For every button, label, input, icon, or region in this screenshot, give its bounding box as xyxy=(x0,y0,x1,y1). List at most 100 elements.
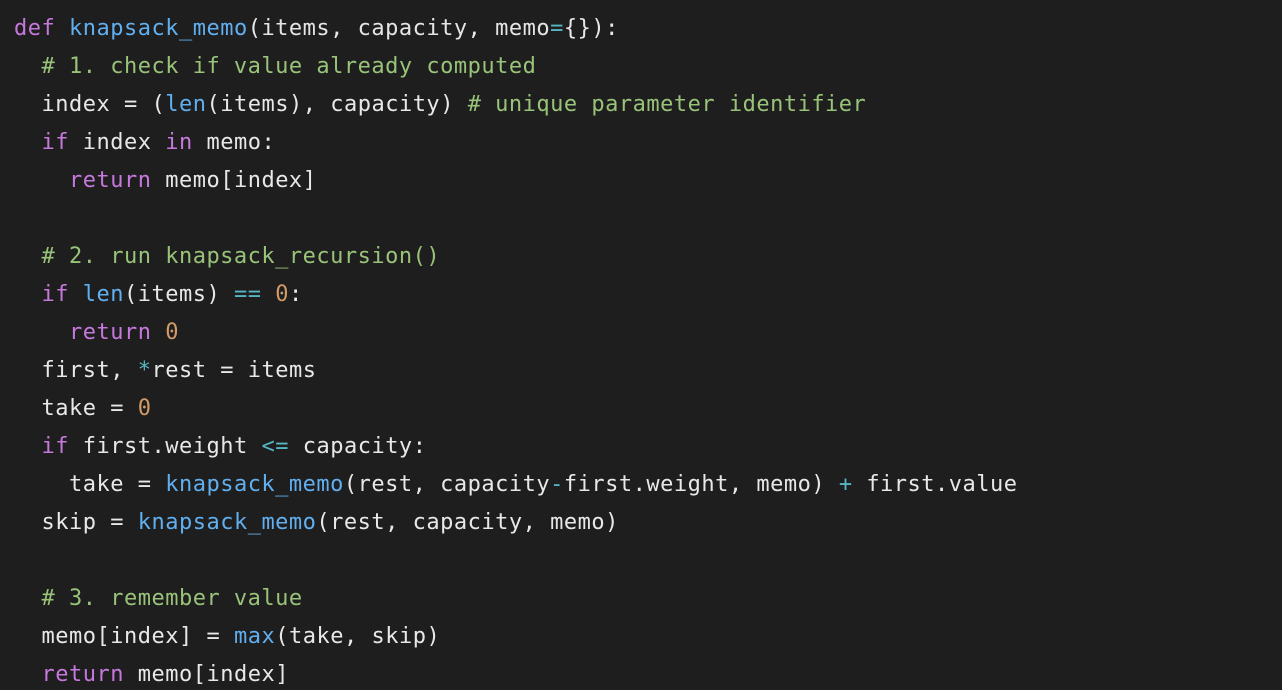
id-rest: rest xyxy=(358,472,413,497)
id-rest: rest xyxy=(151,358,206,383)
id-capacity: capacity xyxy=(330,92,440,117)
comma: , xyxy=(110,358,138,383)
id-memo: memo xyxy=(165,168,220,193)
paren-open: ( xyxy=(151,92,165,117)
id-rest: rest xyxy=(330,510,385,535)
assign: = xyxy=(124,472,165,497)
id-first: first xyxy=(564,472,633,497)
id-memo: memo xyxy=(756,472,811,497)
bracket-close: ] xyxy=(179,624,193,649)
dot: . xyxy=(935,472,949,497)
function-call: knapsack_memo xyxy=(165,472,344,497)
code-line: def knapsack_memo(items, capacity, memo=… xyxy=(14,16,619,41)
keyword-if: if xyxy=(42,130,70,155)
comma: , xyxy=(344,624,372,649)
id-capacity: capacity xyxy=(303,434,413,459)
comment-step2: # 2. run knapsack_recursion() xyxy=(42,244,441,269)
empty-dict: {} xyxy=(564,16,592,41)
keyword-def: def xyxy=(14,16,55,41)
id-take: take xyxy=(289,624,344,649)
assign: = xyxy=(96,510,137,535)
bracket-open: [ xyxy=(220,168,234,193)
comment-unique: # unique parameter identifier xyxy=(468,92,867,117)
keyword-return: return xyxy=(42,662,124,687)
paren-open: ( xyxy=(344,472,358,497)
bracket-close: ] xyxy=(275,662,289,687)
paren-close: ) xyxy=(426,624,440,649)
code-line: # 2. run knapsack_recursion() xyxy=(14,244,440,269)
minus: - xyxy=(550,472,564,497)
paren-close: ) xyxy=(440,92,454,117)
paren-close: ) xyxy=(591,16,605,41)
comma: , xyxy=(303,92,331,117)
id-skip: skip xyxy=(42,510,97,535)
id-memo: memo xyxy=(42,624,97,649)
code-line: if index in memo: xyxy=(14,130,275,155)
id-first: first xyxy=(42,358,111,383)
attr-value: value xyxy=(949,472,1018,497)
builtin-max: max xyxy=(234,624,275,649)
code-line: take = knapsack_memo(rest, capacity-firs… xyxy=(14,472,1018,497)
code-line: if len(items) == 0: xyxy=(14,282,303,307)
id-take: take xyxy=(42,396,97,421)
id-first: first xyxy=(83,434,152,459)
code-line: take = 0 xyxy=(14,396,151,421)
id-take: take xyxy=(69,472,124,497)
id-first: first xyxy=(866,472,935,497)
comment-step3: # 3. remember value xyxy=(42,586,303,611)
id-memo: memo xyxy=(206,130,261,155)
bracket-open: [ xyxy=(193,662,207,687)
assign: = xyxy=(96,396,137,421)
function-name: knapsack_memo xyxy=(69,16,248,41)
colon: : xyxy=(289,282,303,307)
id-items: items xyxy=(248,358,317,383)
paren-close: ) xyxy=(811,472,825,497)
id-index: index xyxy=(42,92,111,117)
star: * xyxy=(138,358,152,383)
keyword-in: in xyxy=(165,130,193,155)
paren-open: ( xyxy=(124,282,138,307)
function-call: knapsack_memo xyxy=(138,510,317,535)
code-line: memo[index] = max(take, skip) xyxy=(14,624,440,649)
id-skip: skip xyxy=(371,624,426,649)
colon: : xyxy=(413,434,427,459)
colon: : xyxy=(605,16,619,41)
id-index: index xyxy=(234,168,303,193)
bracket-open: [ xyxy=(96,624,110,649)
code-line: index = (len(items), capacity) # unique … xyxy=(14,92,866,117)
assign: = xyxy=(110,92,151,117)
keyword-if: if xyxy=(42,282,70,307)
paren-open: ( xyxy=(206,92,220,117)
paren-open: ( xyxy=(316,510,330,535)
param-capacity: capacity xyxy=(358,16,468,41)
assign: = xyxy=(193,624,234,649)
code-line: # 3. remember value xyxy=(14,586,303,611)
id-items: items xyxy=(220,92,289,117)
id-items: items xyxy=(138,282,207,307)
id-capacity: capacity xyxy=(413,510,523,535)
dot: . xyxy=(151,434,165,459)
comma: , xyxy=(385,510,413,535)
paren-open: ( xyxy=(275,624,289,649)
code-line: if first.weight <= capacity: xyxy=(14,434,426,459)
code-line: # 1. check if value already computed xyxy=(14,54,536,79)
param-items: items xyxy=(261,16,330,41)
keyword-return: return xyxy=(69,320,151,345)
code-line: return 0 xyxy=(14,320,179,345)
plus: + xyxy=(839,472,853,497)
paren-open: ( xyxy=(248,16,262,41)
assign: = xyxy=(206,358,247,383)
code-block: def knapsack_memo(items, capacity, memo=… xyxy=(0,0,1282,690)
colon: : xyxy=(261,130,275,155)
keyword-if: if xyxy=(42,434,70,459)
paren-close: ) xyxy=(605,510,619,535)
code-line: return memo[index] xyxy=(14,168,316,193)
code-line: skip = knapsack_memo(rest, capacity, mem… xyxy=(14,510,619,535)
number-zero: 0 xyxy=(275,282,289,307)
dot: . xyxy=(633,472,647,497)
id-capacity: capacity xyxy=(440,472,550,497)
paren-close: ) xyxy=(206,282,220,307)
number-zero: 0 xyxy=(165,320,179,345)
attr-weight: weight xyxy=(165,434,247,459)
comment-step1: # 1. check if value already computed xyxy=(42,54,537,79)
